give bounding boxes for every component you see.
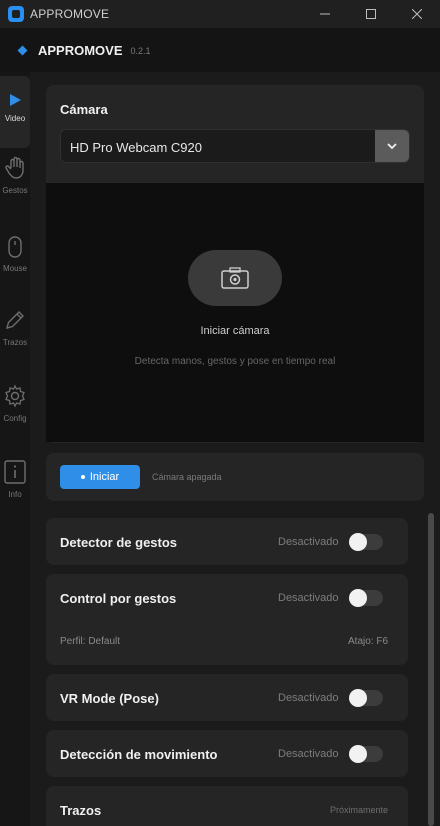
app-header: APPROMOVE 0.2.1 (0, 28, 440, 72)
window-title: APPROMOVE (30, 7, 110, 21)
sidebar-item-gestos[interactable]: Gestos (0, 156, 30, 216)
gesture-detector-label: Detector de gestos (60, 535, 178, 550)
pencil-icon (6, 311, 24, 329)
play-icon (10, 94, 21, 106)
maximize-button[interactable] (348, 0, 394, 28)
maximize-icon (366, 9, 376, 19)
preview-title: Iniciar cámara (200, 325, 270, 337)
strokes-state: Próximamente (330, 805, 389, 815)
sidebar-item-label: Mouse (2, 264, 27, 273)
start-dot-icon (80, 475, 85, 479)
camera-select[interactable]: HD Pro Webcam C920 (60, 129, 410, 163)
minimize-icon (320, 13, 330, 15)
gesture-detector-toggle[interactable] (349, 533, 383, 551)
mouse-icon (8, 236, 22, 258)
close-icon (412, 9, 422, 19)
hand-icon (5, 156, 24, 179)
start-button-label: Iniciar (89, 471, 120, 483)
app-version: 0.2.1 (130, 46, 151, 56)
info-icon (4, 460, 26, 484)
close-button[interactable] (394, 0, 440, 28)
title-bar: APPROMOVE (0, 0, 440, 28)
strokes-label: Trazos (60, 803, 102, 818)
gesture-control-card (46, 574, 408, 665)
vr-mode-state: Desactivado (278, 692, 339, 704)
sidebar-item-mouse[interactable]: Mouse (0, 236, 30, 288)
camera-select-value: HD Pro Webcam C920 (70, 140, 202, 155)
toggle-knob (349, 689, 367, 707)
scrollbar[interactable] (428, 513, 434, 826)
start-camera-button[interactable] (188, 250, 282, 306)
start-button[interactable]: Iniciar (60, 465, 140, 489)
motion-detection-state: Desactivado (278, 748, 339, 760)
sidebar-item-label: Config (3, 414, 27, 423)
camera-title: Cámara (60, 102, 108, 117)
camera-status: Cámara apagada (152, 472, 222, 482)
minimize-button[interactable] (302, 0, 348, 28)
vr-mode-toggle[interactable] (349, 689, 383, 707)
camera-icon (221, 267, 249, 289)
gesture-detector-state: Desactivado (278, 536, 339, 548)
window-controls (302, 0, 440, 28)
motion-detection-toggle[interactable] (349, 745, 383, 763)
gesture-shortcut: Atajo: F6 (348, 636, 389, 647)
sidebar-item-video[interactable]: Video (0, 76, 30, 148)
sidebar-item-trazos[interactable]: Trazos (0, 308, 30, 364)
camera-preview (46, 183, 424, 442)
sidebar-item-label: Info (8, 490, 22, 499)
gesture-profile: Perfil: Default (60, 636, 121, 647)
toggle-knob (349, 533, 367, 551)
sidebar-item-label: Video (4, 114, 26, 123)
gesture-control-state: Desactivado (278, 592, 339, 604)
brand-diamond-icon (17, 45, 28, 55)
app-logo-icon (8, 6, 24, 22)
chevron-down-icon (387, 143, 397, 149)
toggle-knob (349, 589, 367, 607)
toggle-knob (349, 745, 367, 763)
sidebar-item-info[interactable]: Info (0, 460, 30, 516)
motion-detection-label: Detección de movimiento (60, 747, 218, 762)
preview-subtitle: Detecta manos, gestos y pose en tiempo r… (134, 356, 336, 367)
sidebar-item-label: Gestos (2, 186, 28, 195)
gesture-control-label: Control por gestos (60, 591, 177, 606)
app-name: APPROMOVE (38, 42, 123, 58)
sidebar-item-label: Trazos (2, 338, 28, 347)
sidebar-item-config[interactable]: Config (0, 384, 30, 440)
gear-icon (5, 384, 25, 408)
gesture-control-toggle[interactable] (349, 589, 383, 607)
vr-mode-label: VR Mode (Pose) (60, 691, 159, 706)
sidebar: Video Gestos Mouse Trazos Config Info (0, 72, 30, 826)
camera-select-toggle[interactable] (375, 130, 409, 162)
